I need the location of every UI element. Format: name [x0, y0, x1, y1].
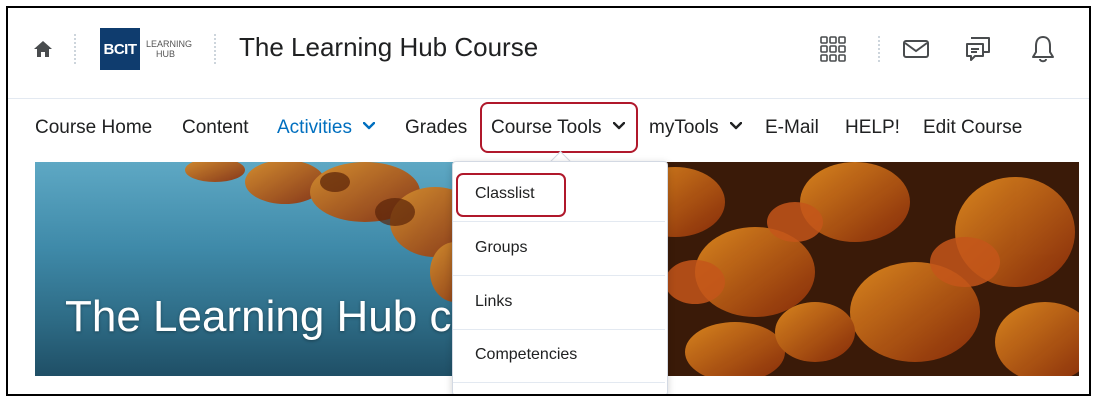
divider: [74, 34, 76, 64]
nav-course-home[interactable]: Course Home: [35, 117, 152, 139]
menu-item-groups[interactable]: Groups: [453, 222, 665, 276]
nav-label: Course Home: [35, 117, 153, 138]
logo-brand: BCIT: [100, 28, 140, 70]
banner-title: The Learning Hub co: [65, 292, 476, 341]
nav-email[interactable]: E-Mail: [765, 117, 819, 139]
nav-mytools[interactable]: myTools: [649, 117, 742, 139]
nav-edit-course[interactable]: Edit Course: [923, 117, 1022, 139]
logo-line1: LEARNING: [146, 39, 193, 49]
menu-item-competencies[interactable]: Competencies: [453, 329, 665, 383]
chevron-down-icon: [363, 122, 376, 130]
logo-subtext: LEARNING HUB: [146, 39, 192, 59]
apps-grid-icon[interactable]: [818, 34, 848, 64]
divider: [214, 34, 216, 64]
chevron-down-icon: [729, 122, 742, 130]
course-tools-highlight: [480, 102, 638, 153]
menu-item-links[interactable]: Links: [453, 276, 665, 330]
bcit-logo[interactable]: BCIT LEARNING HUB: [100, 28, 200, 70]
window-frame: BCIT LEARNING HUB The Learning Hub Cours…: [6, 6, 1091, 396]
logo-line2: HUB: [156, 49, 176, 59]
course-title[interactable]: The Learning Hub Course: [239, 32, 538, 63]
nav-label: E-Mail: [765, 117, 819, 138]
classlist-highlight: [456, 173, 566, 217]
mail-icon[interactable]: [901, 34, 931, 64]
home-icon[interactable]: [32, 38, 54, 60]
nav-label: Edit Course: [923, 117, 1023, 138]
nav-label: HELP!: [845, 117, 900, 138]
divider: [878, 36, 880, 62]
menu-item-label: Groups: [475, 239, 528, 256]
nav-activities[interactable]: Activities: [277, 117, 376, 139]
nav-content[interactable]: Content: [182, 117, 249, 139]
nav-label: Grades: [405, 117, 468, 138]
nav-label: Activities: [277, 117, 352, 138]
nav-label: myTools: [649, 117, 719, 138]
nav-help[interactable]: HELP!: [845, 117, 900, 139]
nav-label: Content: [182, 117, 249, 138]
header: BCIT LEARNING HUB The Learning Hub Cours…: [8, 8, 1089, 99]
bell-icon[interactable]: [1028, 34, 1058, 64]
menu-item-label: Links: [475, 293, 513, 310]
chat-icon[interactable]: [963, 34, 993, 64]
menu-item-label: Competencies: [475, 346, 578, 363]
nav-grades[interactable]: Grades: [405, 117, 467, 139]
